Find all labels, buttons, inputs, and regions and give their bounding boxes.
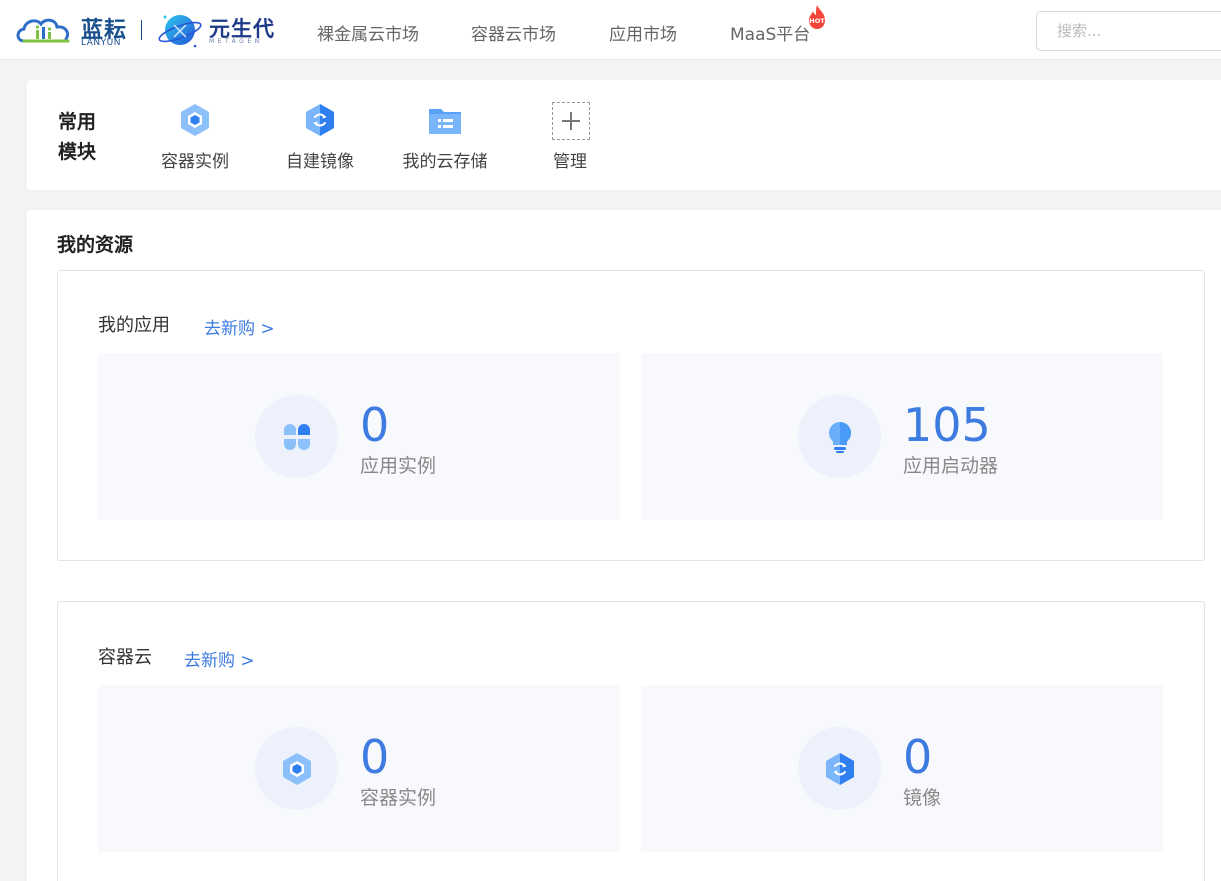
module-manage[interactable]: 管理 bbox=[520, 102, 620, 172]
flame-icon: HOT bbox=[809, 5, 825, 29]
folder-icon bbox=[429, 109, 461, 134]
manage-box[interactable] bbox=[552, 102, 590, 140]
my-resources-card: 我的资源 我的应用 去新购 > 0 应用实例 105 应用启动器 容器云 去新购… bbox=[27, 210, 1221, 881]
top-header: 蓝耘 LANYUN 元生代 METAGEN 裸金属云市场 容器云市场 应用市场 … bbox=[0, 0, 1221, 60]
stat-icon-circle bbox=[798, 395, 881, 478]
container-cloud-group: 容器云 去新购 > 0 容器实例 0 镜像 bbox=[57, 601, 1205, 881]
stat-icon-circle bbox=[255, 727, 338, 810]
clover-icon bbox=[284, 424, 310, 450]
metagen-logo[interactable]: 元生代 METAGEN bbox=[157, 8, 282, 52]
nav-maas-platform[interactable]: MaaS平台 bbox=[730, 20, 810, 45]
common-modules-title: 常用模块 bbox=[58, 111, 97, 163]
planet-logo-icon bbox=[158, 15, 202, 48]
stat-value: 0 bbox=[903, 730, 933, 784]
nav-container-market[interactable]: 容器云市场 bbox=[471, 20, 556, 45]
logo-divider bbox=[141, 20, 142, 40]
stat-value: 0 bbox=[360, 730, 390, 784]
container-cloud-title: 容器云 bbox=[98, 647, 152, 668]
hot-label: HOT bbox=[809, 17, 825, 25]
lanyun-name-en: LANYUN bbox=[81, 38, 121, 48]
search-box[interactable] bbox=[1036, 11, 1221, 51]
module-label: 容器实例 bbox=[161, 152, 229, 172]
plus-icon bbox=[562, 112, 580, 130]
module-label: 我的云存储 bbox=[402, 152, 488, 172]
container-icon bbox=[283, 753, 311, 785]
stat-value: 0 bbox=[360, 398, 390, 452]
nav-bare-metal-market[interactable]: 裸金属云市场 bbox=[317, 20, 419, 45]
stat-images[interactable]: 0 镜像 bbox=[641, 685, 1163, 852]
module-label: 自建镜像 bbox=[286, 152, 354, 172]
container-icon bbox=[181, 104, 209, 136]
module-custom-image[interactable]: 自建镜像 bbox=[270, 102, 370, 172]
common-modules-card: 常用模块 容器实例 自建镜像 我的云存储 管理 bbox=[27, 80, 1221, 190]
stat-container-instances[interactable]: 0 容器实例 bbox=[98, 685, 620, 852]
image-icon bbox=[306, 104, 334, 136]
module-container-instance[interactable]: 容器实例 bbox=[145, 102, 245, 172]
nav-app-market[interactable]: 应用市场 bbox=[609, 20, 677, 45]
stat-icon-circle bbox=[798, 727, 881, 810]
module-label: 管理 bbox=[553, 152, 587, 172]
module-my-cloud-storage[interactable]: 我的云存储 bbox=[395, 102, 495, 172]
bulb-icon bbox=[828, 422, 852, 453]
stat-value: 105 bbox=[903, 398, 991, 452]
lanyun-logo[interactable]: 蓝耘 LANYUN bbox=[14, 12, 134, 48]
stat-label: 应用启动器 bbox=[903, 455, 999, 477]
stat-icon-circle bbox=[255, 395, 338, 478]
stat-app-launchers[interactable]: 105 应用启动器 bbox=[641, 353, 1163, 520]
hot-badge: HOT bbox=[806, 4, 828, 30]
stat-app-instances[interactable]: 0 应用实例 bbox=[98, 353, 620, 520]
my-resources-title: 我的资源 bbox=[57, 234, 134, 256]
my-apps-group: 我的应用 去新购 > 0 应用实例 105 应用启动器 bbox=[57, 270, 1205, 561]
stat-label: 应用实例 bbox=[360, 455, 437, 477]
image-icon bbox=[826, 753, 854, 785]
search-input[interactable] bbox=[1057, 22, 1217, 40]
stat-label: 镜像 bbox=[903, 787, 942, 809]
stat-label: 容器实例 bbox=[360, 787, 437, 809]
my-apps-title: 我的应用 bbox=[98, 315, 170, 336]
metagen-name-en: METAGEN bbox=[209, 38, 263, 45]
my-apps-buy-link[interactable]: 去新购 > bbox=[204, 314, 275, 339]
cloud-logo-icon bbox=[16, 18, 70, 43]
container-cloud-buy-link[interactable]: 去新购 > bbox=[184, 646, 255, 671]
